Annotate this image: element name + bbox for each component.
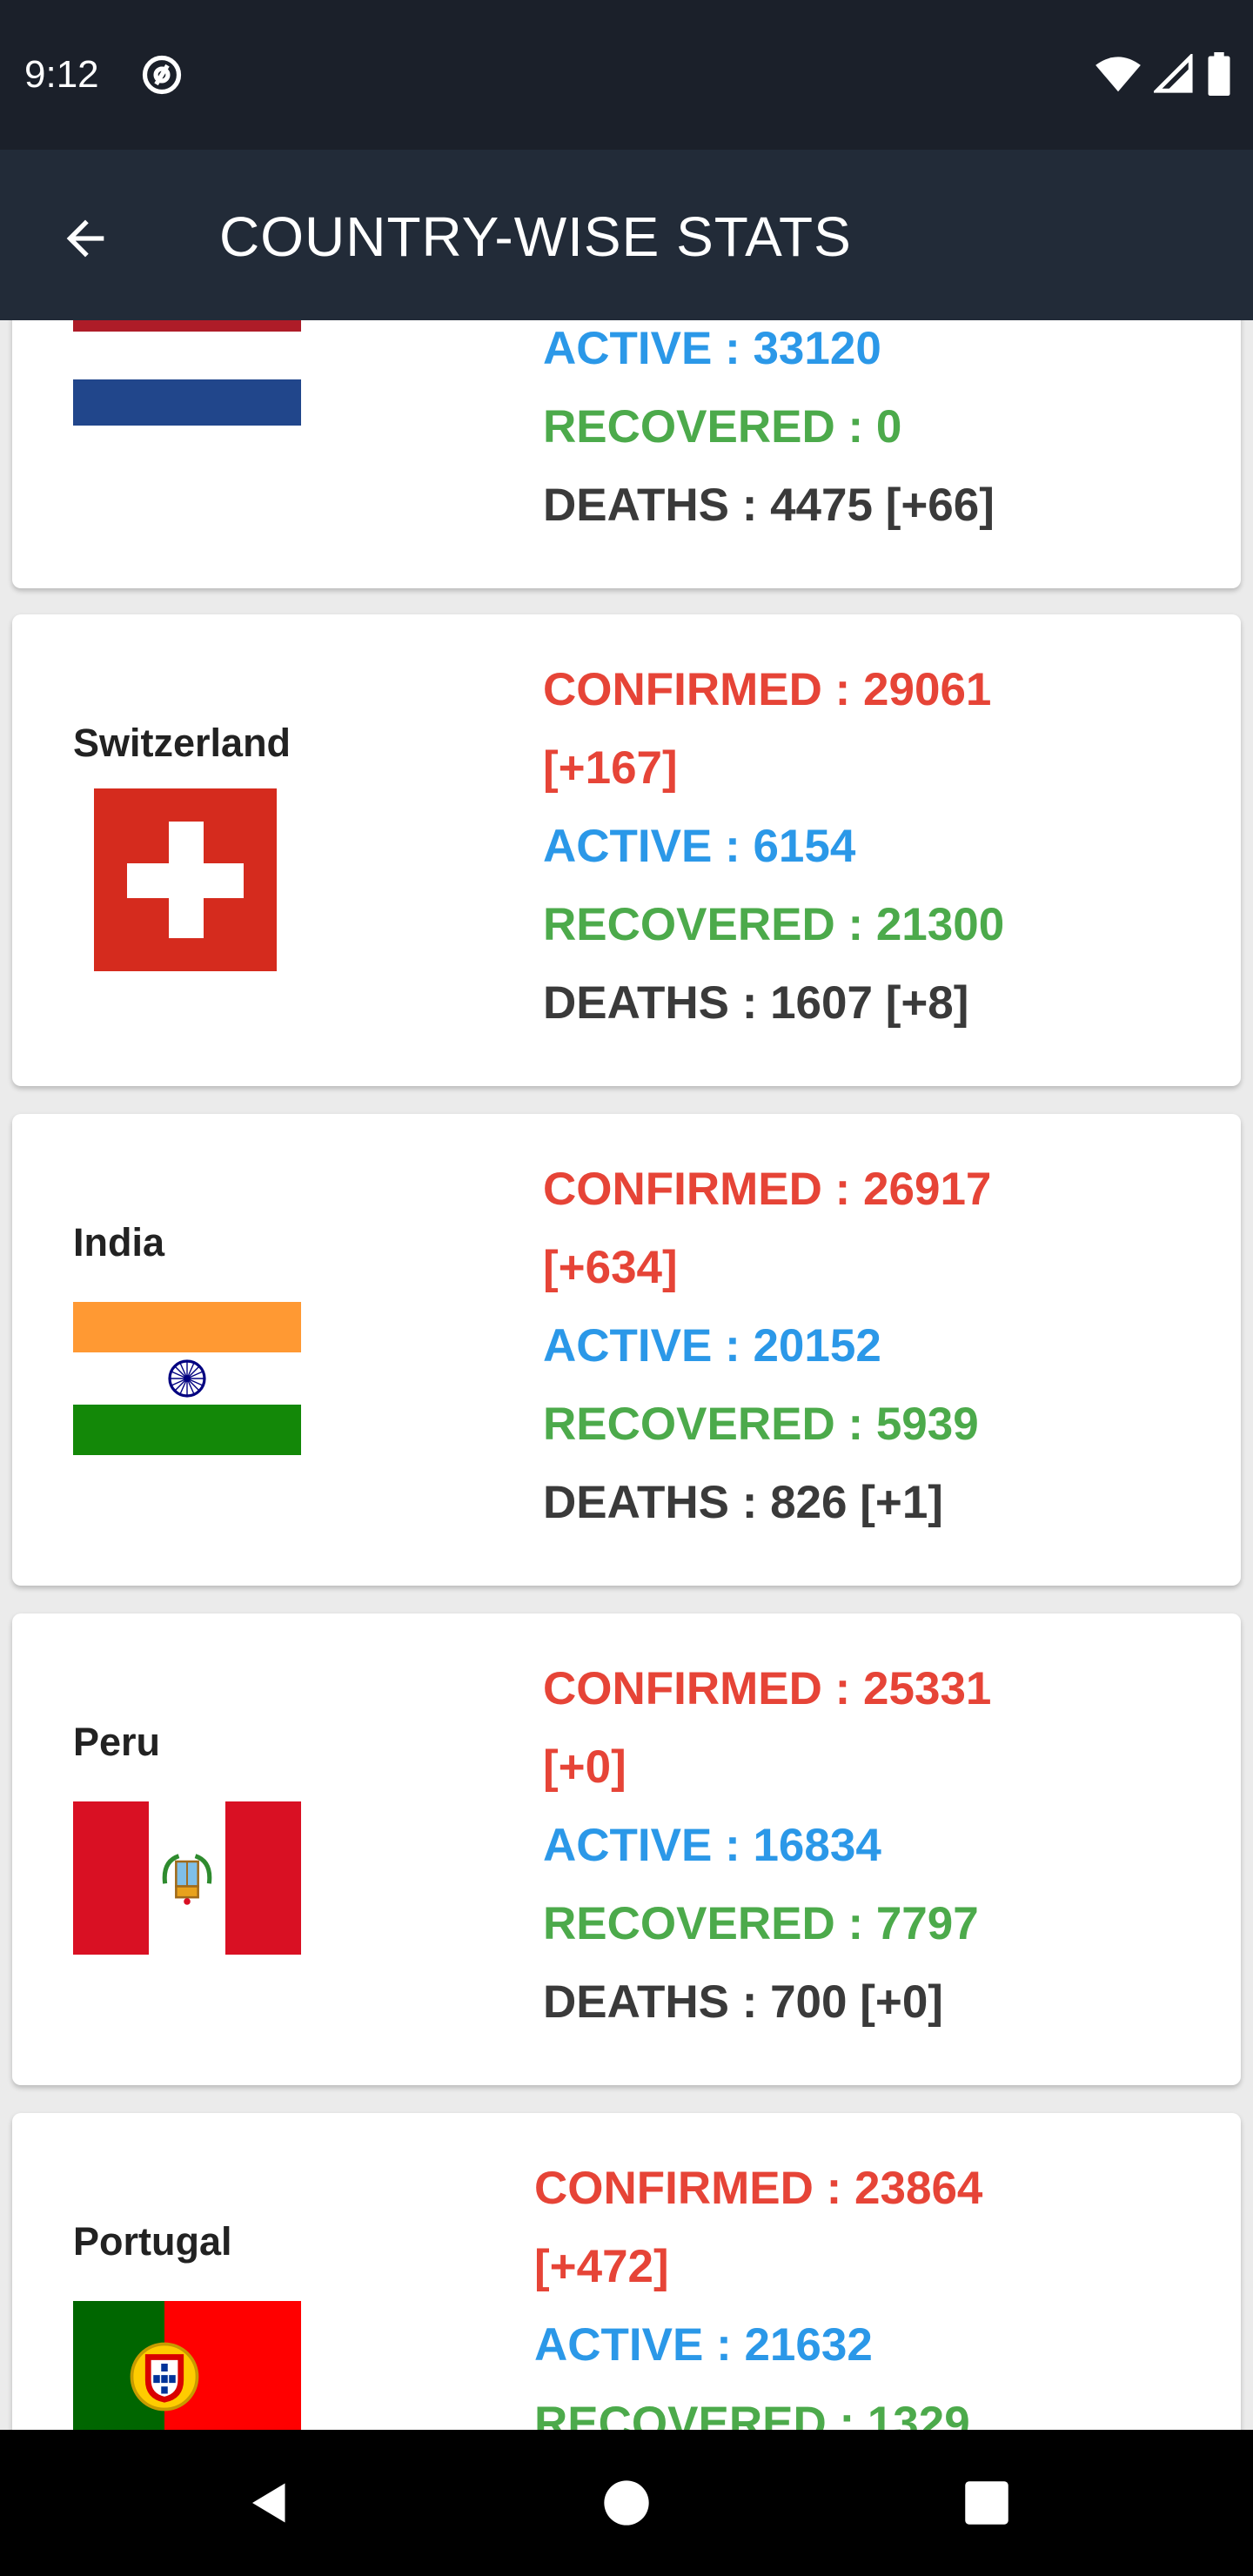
confirmed-stat: CONFIRMED : 29061 <box>543 664 992 715</box>
recovered-stat: RECOVERED : 21300 <box>543 899 1005 950</box>
status-time: 9:12 <box>24 53 99 96</box>
battery-icon <box>1208 52 1230 96</box>
confirmed-delta: [+0] <box>543 1741 626 1793</box>
country-list[interactable]: ACTIVE : 33120 RECOVERED : 0 DEATHS : 44… <box>0 320 1253 2430</box>
at-icon <box>142 55 182 95</box>
switzerland-flag <box>94 788 277 971</box>
wifi-icon <box>1096 57 1141 92</box>
netherlands-flag <box>73 320 301 426</box>
deaths-stat: DEATHS : 4475 [+66] <box>543 480 995 531</box>
confirmed-stat: CONFIRMED : 23864 <box>534 2163 983 2214</box>
recovered-stat: RECOVERED : 7797 <box>543 1898 979 1949</box>
stats-block: CONFIRMED : 29061 [+167] ACTIVE : 6154 R… <box>543 651 1222 1043</box>
country-card-portugal[interactable]: Portugal CONFIRMED : 23864 [+472] ACTIVE… <box>12 2113 1241 2430</box>
nav-recents-button[interactable] <box>945 2461 1029 2545</box>
confirmed-stat: CONFIRMED : 26917 <box>543 1164 992 1215</box>
confirmed-delta: [+167] <box>543 742 678 794</box>
confirmed-delta: [+472] <box>534 2241 669 2292</box>
country-card-switzerland[interactable]: Switzerland CONFIRMED : 29061 [+167] ACT… <box>12 614 1241 1086</box>
country-name: Switzerland <box>73 721 291 765</box>
app-bar: COUNTRY-WISE STATS <box>0 150 1253 320</box>
stats-block: CONFIRMED : 25331 [+0] ACTIVE : 16834 RE… <box>543 1650 1222 2042</box>
portugal-flag <box>73 2301 301 2430</box>
ashoka-chakra-icon <box>168 1359 206 1398</box>
active-stat: ACTIVE : 6154 <box>543 821 856 872</box>
system-nav-bar <box>0 2430 1253 2576</box>
nav-back-button[interactable] <box>228 2461 312 2545</box>
recents-square-icon <box>965 2481 1008 2525</box>
stats-block: ACTIVE : 33120 RECOVERED : 0 DEATHS : 44… <box>543 320 1222 545</box>
deaths-stat: DEATHS : 826 [+1] <box>543 1477 943 1528</box>
home-circle-icon <box>604 2480 649 2526</box>
country-name: Portugal <box>73 2219 232 2264</box>
back-triangle-icon <box>252 2483 285 2523</box>
status-bar: 9:12 <box>0 0 1253 150</box>
confirmed-delta: [+634] <box>543 1242 678 1293</box>
country-name: India <box>73 1220 165 1265</box>
back-button[interactable] <box>44 197 127 280</box>
deaths-stat: DEATHS : 1607 [+8] <box>543 977 969 1029</box>
country-card-peru[interactable]: Peru CONFIRMED : 25331 [+0] ACTIVE : 168… <box>12 1613 1241 2085</box>
country-card-india[interactable]: India CONFIRMED : 26917 [+634] ACTIVE: … <box>12 1114 1241 1586</box>
recovered-stat: RECOVERED : 5939 <box>543 1399 979 1450</box>
stats-block: CONFIRMED : 26917 [+634] ACTIVE : 20152 … <box>543 1150 1222 1542</box>
status-icons <box>1095 52 1232 96</box>
confirmed-stat: CONFIRMED : 25331 <box>543 1663 992 1714</box>
signal-icon <box>1154 54 1193 93</box>
country-name: Peru <box>73 1720 161 1764</box>
nav-home-button[interactable] <box>585 2461 668 2545</box>
india-flag <box>73 1302 301 1455</box>
country-card-netherlands[interactable]: ACTIVE : 33120 RECOVERED : 0 DEATHS : 44… <box>12 320 1241 588</box>
active-stat: ACTIVE : 20152 <box>543 1320 881 1372</box>
active-stat: ACTIVE : 33120 <box>543 323 881 374</box>
coat-of-arms-icon <box>162 1854 212 1905</box>
recovered-stat: RECOVERED : 0 <box>543 401 902 453</box>
active-stat: ACTIVE : 16834 <box>543 1820 881 1871</box>
stats-block: CONFIRMED : 23864 [+472] ACTIVE : 21632 … <box>534 2150 1213 2430</box>
portugal-shield-icon <box>130 2342 199 2412</box>
peru-flag <box>73 1801 301 1955</box>
deaths-stat: DEATHS : 700 [+0] <box>543 1976 943 2028</box>
active-stat: ACTIVE : 21632 <box>534 2319 873 2371</box>
page-title: COUNTRY-WISE STATS <box>219 205 852 268</box>
arrow-left-icon <box>66 219 104 258</box>
recovered-stat: RECOVERED : 1329 <box>534 2398 970 2430</box>
